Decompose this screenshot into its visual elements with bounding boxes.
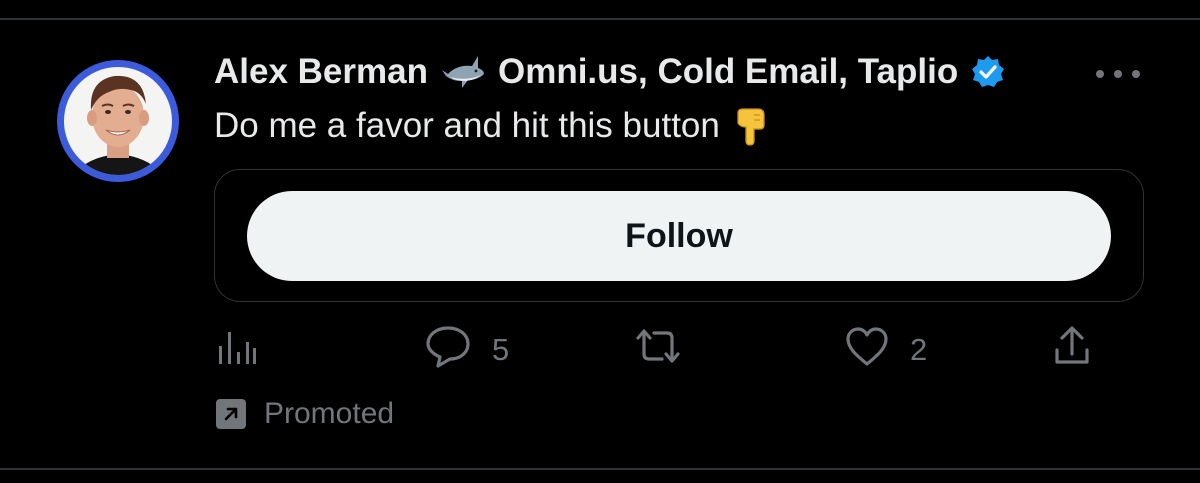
dot <box>1114 70 1122 78</box>
verified-badge-icon <box>970 54 1006 90</box>
more-options-icon[interactable] <box>1096 66 1140 82</box>
reply-action[interactable]: 5 <box>424 326 509 374</box>
reply-count: 5 <box>492 332 510 367</box>
tweet-body: Do me a favor and hit this button <box>214 106 720 145</box>
pointing-down-hand-icon <box>734 105 770 147</box>
heart-icon <box>844 324 890 376</box>
tweet-header: Alex Berman Omni.us, Cold Email, Taplio <box>214 48 1154 96</box>
dot <box>1096 70 1104 78</box>
dot <box>1132 70 1140 78</box>
like-count: 2 <box>910 332 928 367</box>
reply-icon <box>424 324 472 376</box>
tweet-text: Do me a favor and hit this button <box>214 104 770 148</box>
shark-icon <box>441 50 486 94</box>
avatar[interactable] <box>57 54 179 188</box>
author-affiliations[interactable]: Omni.us, Cold Email, Taplio <box>498 52 958 92</box>
analytics-icon <box>216 326 260 374</box>
share-action[interactable] <box>1052 326 1092 374</box>
bottom-divider <box>0 468 1200 470</box>
analytics-action[interactable] <box>216 326 260 374</box>
follow-button[interactable]: Follow <box>247 191 1111 281</box>
retweet-icon <box>632 324 684 376</box>
promoted-label: Promoted <box>216 392 394 436</box>
promoted-arrow-icon <box>216 399 246 429</box>
share-icon <box>1052 324 1092 376</box>
retweet-action[interactable] <box>632 326 684 374</box>
author-name[interactable]: Alex Berman <box>214 52 428 92</box>
top-divider <box>0 18 1200 20</box>
like-action[interactable]: 2 <box>844 326 927 374</box>
promoted-text: Promoted <box>264 397 395 430</box>
